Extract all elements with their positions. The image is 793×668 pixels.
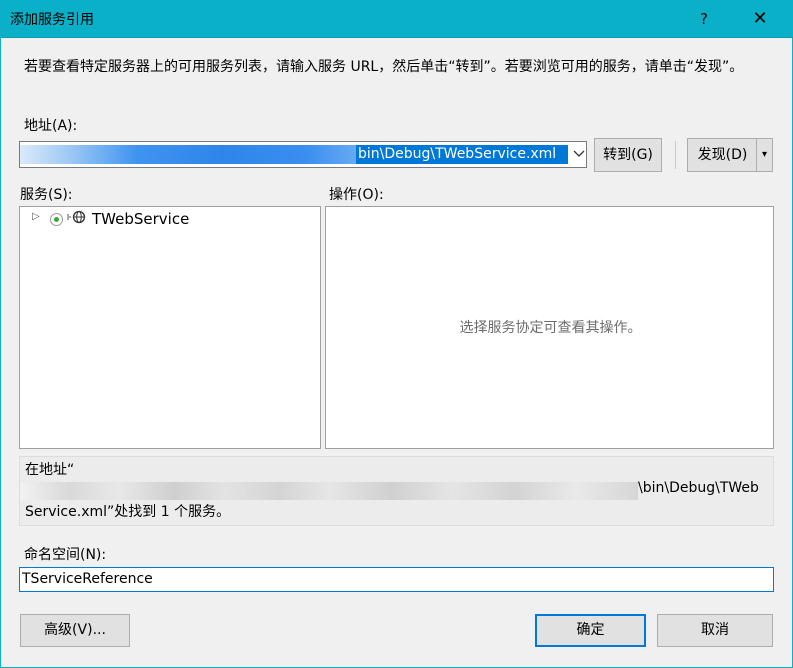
address-input-selected-text[interactable]: bin\Debug\TWebService.xml xyxy=(356,145,568,164)
ok-button[interactable]: 确定 xyxy=(535,614,646,647)
service-status-icon xyxy=(50,213,63,226)
go-button[interactable]: 转到(G) xyxy=(594,138,662,172)
chevron-down-icon[interactable] xyxy=(570,142,588,167)
address-label: 地址(A): xyxy=(24,118,78,134)
close-button[interactable]: ✕ xyxy=(745,6,775,32)
status-message: 在地址“ \bin\Debug\TWeb Service.xml”处找到 1 个… xyxy=(19,456,774,526)
status-line-3: Service.xml”处找到 1 个服务。 xyxy=(25,504,231,520)
instructions-text: 若要查看特定服务器上的可用服务列表，请输入服务 URL，然后单击“转到”。若要浏… xyxy=(24,59,744,75)
service-item-label[interactable]: TWebService xyxy=(92,210,189,228)
help-button[interactable]: ? xyxy=(690,6,718,32)
discover-button[interactable]: 发现(D) xyxy=(687,138,757,172)
operations-label: 操作(O): xyxy=(329,187,384,203)
services-tree[interactable]: ▷ TWebService xyxy=(19,206,321,449)
namespace-label: 命名空间(N): xyxy=(24,547,107,563)
redacted-address-segment xyxy=(20,145,356,164)
services-label: 服务(S): xyxy=(20,187,73,203)
status-path-text: \bin\Debug\TWeb xyxy=(638,480,759,496)
namespace-input[interactable]: TServiceReference xyxy=(19,567,774,592)
status-line-1: 在地址“ xyxy=(25,462,75,478)
toolbar-separator xyxy=(675,141,676,169)
globe-icon xyxy=(67,210,87,228)
address-combobox[interactable]: bin\Debug\TWebService.xml xyxy=(19,141,587,168)
title-bar: 添加服务引用 ? ✕ xyxy=(0,0,793,38)
discover-dropdown-icon[interactable]: ▾ xyxy=(756,138,773,172)
operations-hint: 选择服务协定可查看其操作。 xyxy=(459,320,642,336)
operations-list[interactable]: 选择服务协定可查看其操作。 xyxy=(325,206,774,449)
redacted-path-segment xyxy=(20,482,638,500)
window-title: 添加服务引用 xyxy=(10,12,94,28)
advanced-button[interactable]: 高级(V)... xyxy=(20,614,130,647)
expand-arrow-icon[interactable]: ▷ xyxy=(32,211,40,222)
cancel-button[interactable]: 取消 xyxy=(657,614,773,647)
